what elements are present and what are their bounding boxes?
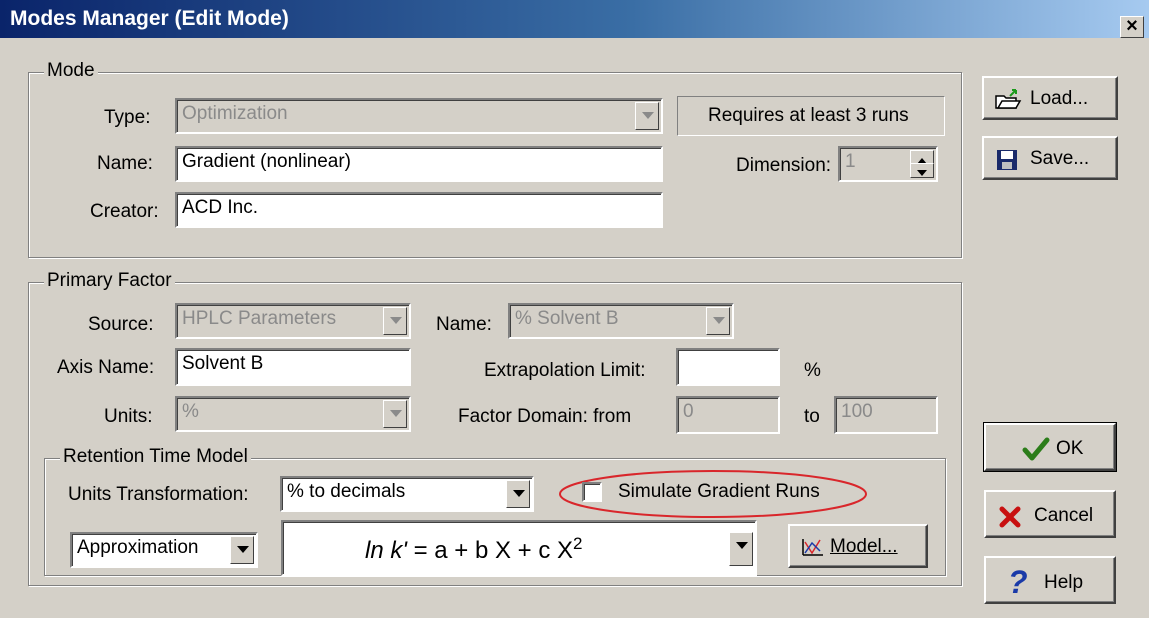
source-select[interactable]: HPLC Parameters: [175, 303, 411, 339]
retention-model-legend: Retention Time Model: [60, 446, 251, 468]
ok-button[interactable]: OK: [983, 422, 1117, 472]
dimension-spinner[interactable]: 1: [838, 146, 938, 182]
domain-to-label: to: [804, 406, 820, 427]
extrapolation-input[interactable]: [676, 348, 780, 386]
dimension-label: Dimension:: [736, 155, 832, 176]
units-value: %: [182, 401, 199, 422]
units-label: Units:: [104, 406, 153, 427]
help-button-label: Help: [1044, 572, 1084, 593]
chevron-down-icon: [706, 307, 730, 335]
formula-exponent: 2: [573, 534, 583, 553]
requires-runs-text: Requires at least 3 runs: [708, 105, 909, 126]
domain-to-input[interactable]: 100: [834, 396, 938, 434]
chevron-down-icon: [506, 480, 530, 508]
primary-factor-legend: Primary Factor: [44, 270, 175, 292]
cancel-button-label: Cancel: [1034, 505, 1094, 526]
requires-runs-box: Requires at least 3 runs: [677, 96, 945, 136]
creator-label: Creator:: [90, 201, 159, 222]
ok-button-label: OK: [1056, 438, 1084, 459]
mode-legend: Mode: [44, 60, 98, 82]
factor-name-value: % Solvent B: [515, 308, 619, 329]
chevron-down-icon: [635, 102, 659, 130]
type-label: Type:: [104, 107, 151, 128]
name-label: Name:: [97, 153, 153, 174]
chevron-down-icon: [729, 532, 753, 566]
factor-name-select[interactable]: % Solvent B: [508, 303, 734, 339]
domain-from-input[interactable]: 0: [676, 396, 780, 434]
creator-input[interactable]: ACD Inc.: [175, 192, 663, 228]
extrapolation-label: Extrapolation Limit:: [484, 360, 646, 381]
open-folder-icon: [995, 89, 1022, 109]
model-button-label: Model...: [830, 536, 898, 557]
approximation-select[interactable]: Approximation: [70, 532, 258, 568]
name-input[interactable]: Gradient (nonlinear): [175, 146, 663, 182]
window-title: Modes Manager (Edit Mode): [10, 7, 289, 30]
formula-text: ln k' = a + b X + c X2: [365, 534, 583, 565]
close-button[interactable]: ×: [1120, 16, 1144, 38]
units-transformation-label: Units Transformation:: [68, 484, 249, 505]
chart-icon: [802, 539, 823, 556]
units-select[interactable]: %: [175, 396, 411, 432]
model-button[interactable]: Model...: [788, 524, 928, 568]
chevron-down-icon: [230, 536, 254, 564]
source-value: HPLC Parameters: [182, 308, 337, 329]
formula-select[interactable]: ln k' = a + b X + c X2: [281, 520, 757, 576]
help-question-icon: ?: [1008, 564, 1028, 600]
simulate-gradient-label: Simulate Gradient Runs: [618, 481, 820, 502]
factor-domain-label: Factor Domain: from: [458, 406, 632, 427]
type-value: Optimization: [182, 103, 288, 124]
dimension-value: 1: [845, 151, 856, 172]
checkmark-icon: [1022, 437, 1050, 461]
save-button-label: Save...: [1030, 148, 1090, 169]
floppy-disk-icon: [997, 150, 1017, 170]
factor-name-label: Name:: [436, 314, 492, 335]
cancel-x-icon: [999, 506, 1021, 528]
extrapolation-unit: %: [804, 360, 821, 381]
arrow-down-icon: [917, 170, 927, 176]
axis-name-label: Axis Name:: [57, 357, 155, 378]
simulate-gradient-checkbox[interactable]: [582, 482, 602, 502]
help-button[interactable]: ? Help: [984, 556, 1116, 604]
source-label: Source:: [88, 314, 154, 335]
cancel-button[interactable]: Cancel: [984, 490, 1116, 538]
chevron-down-icon: [383, 400, 407, 428]
load-button-label: Load...: [1030, 88, 1089, 109]
chevron-down-icon: [383, 307, 407, 335]
axis-name-input[interactable]: Solvent B: [175, 348, 411, 386]
save-button[interactable]: Save...: [982, 136, 1118, 180]
units-transformation-value: % to decimals: [287, 481, 406, 502]
formula-ln-k: ln k': [365, 537, 407, 564]
approximation-value: Approximation: [77, 537, 199, 558]
type-select[interactable]: Optimization: [175, 98, 663, 134]
formula-body: = a + b X + c X: [406, 537, 574, 564]
units-transformation-select[interactable]: % to decimals: [280, 476, 534, 512]
load-button[interactable]: Load...: [982, 76, 1118, 120]
spin-down-button[interactable]: [910, 163, 934, 178]
